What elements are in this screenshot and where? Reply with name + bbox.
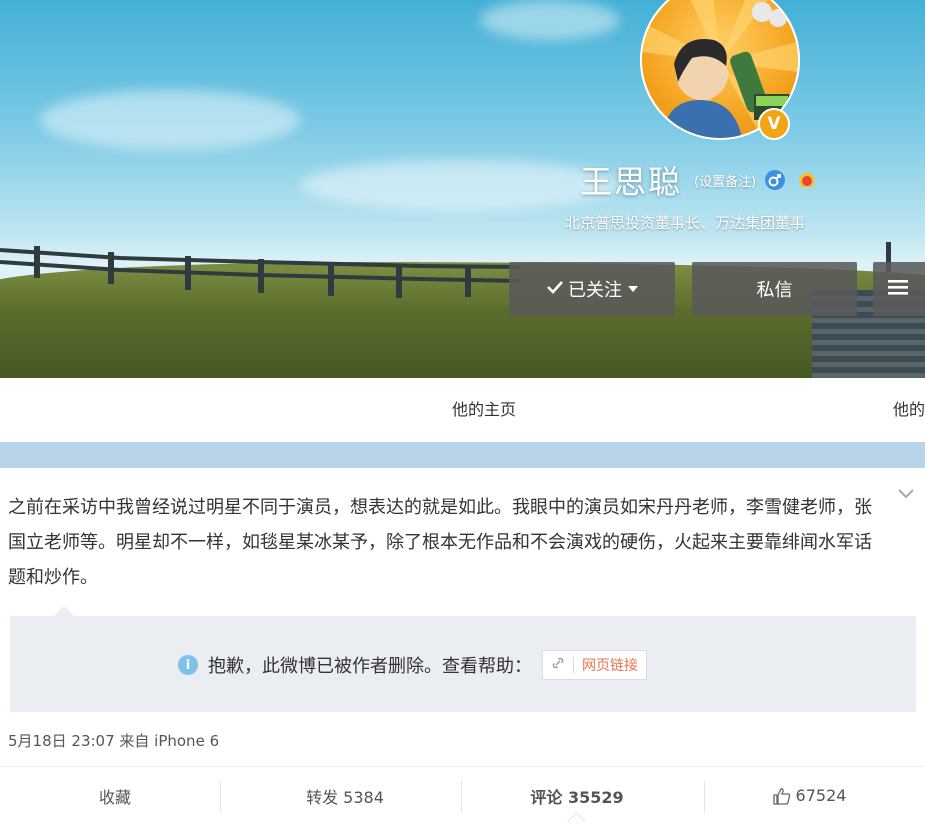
thumbs-up-icon	[772, 786, 792, 806]
favorite-button[interactable]: 收藏	[0, 767, 230, 824]
chevron-down-icon	[628, 286, 638, 292]
followed-label: 已关注	[568, 280, 622, 301]
profile-description: 北京普思投资董事长、万达集团董事	[565, 214, 806, 232]
section-band	[0, 442, 925, 468]
verified-badge-icon: V	[758, 108, 790, 140]
profile-name-row: 王思聪 (设置备注)	[580, 160, 818, 201]
tab-home[interactable]: 他的主页	[452, 378, 516, 442]
info-icon: i	[178, 655, 198, 675]
profile-name: 王思聪	[580, 163, 683, 201]
more-menu-button[interactable]	[873, 262, 925, 316]
like-button[interactable]: 67524	[694, 767, 924, 824]
chevron-down-icon[interactable]	[895, 482, 917, 504]
favorite-label: 收藏	[98, 787, 131, 807]
web-link-label: 网页链接	[582, 658, 638, 674]
set-remark-link[interactable]: (设置备注)	[694, 171, 756, 190]
comment-label: 评论 35529	[530, 787, 624, 807]
post-actions: 收藏 转发 5384 评论 35529 67524	[0, 767, 925, 831]
male-gender-icon	[764, 169, 786, 191]
forward-label: 转发 5384	[306, 787, 384, 807]
profile-tabs: 他的主页 他的	[0, 378, 925, 442]
divider	[220, 781, 221, 813]
link-icon	[551, 656, 565, 674]
quote-arrow	[54, 606, 74, 616]
menu-icon	[888, 279, 908, 300]
weibo-post: 之前在采访中我曾经说过明星不同于演员，想表达的就是如此。我眼中的演员如宋丹丹老师…	[0, 468, 925, 831]
tab-second[interactable]: 他的	[893, 378, 925, 442]
post-meta: 5月18日 23:07 来自 iPhone 6	[8, 732, 220, 750]
forward-button[interactable]: 转发 5384	[230, 767, 460, 824]
check-icon	[546, 279, 564, 300]
link-separator	[573, 657, 574, 673]
followed-button[interactable]: 已关注	[509, 262, 675, 316]
deleted-notice: 抱歉，此微博已被作者删除。查看帮助：	[208, 656, 532, 677]
post-text: 之前在采访中我曾经说过明星不同于演员，想表达的就是如此。我眼中的演员如宋丹丹老师…	[8, 497, 872, 588]
member-medal-icon[interactable]	[796, 169, 818, 191]
deleted-notice-row: i 抱歉，此微博已被作者删除。查看帮助： 网页链接	[178, 650, 647, 680]
message-label: 私信	[756, 280, 793, 301]
profile-cover: V 王思聪 (设置备注) 北京普思投资董事长、万达集团董事 已关注 私信	[0, 0, 925, 378]
private-message-button[interactable]: 私信	[692, 262, 857, 316]
deleted-repost-box: i 抱歉，此微博已被作者删除。查看帮助： 网页链接	[10, 606, 916, 712]
web-link[interactable]: 网页链接	[542, 650, 647, 680]
like-count: 67524	[795, 786, 847, 805]
